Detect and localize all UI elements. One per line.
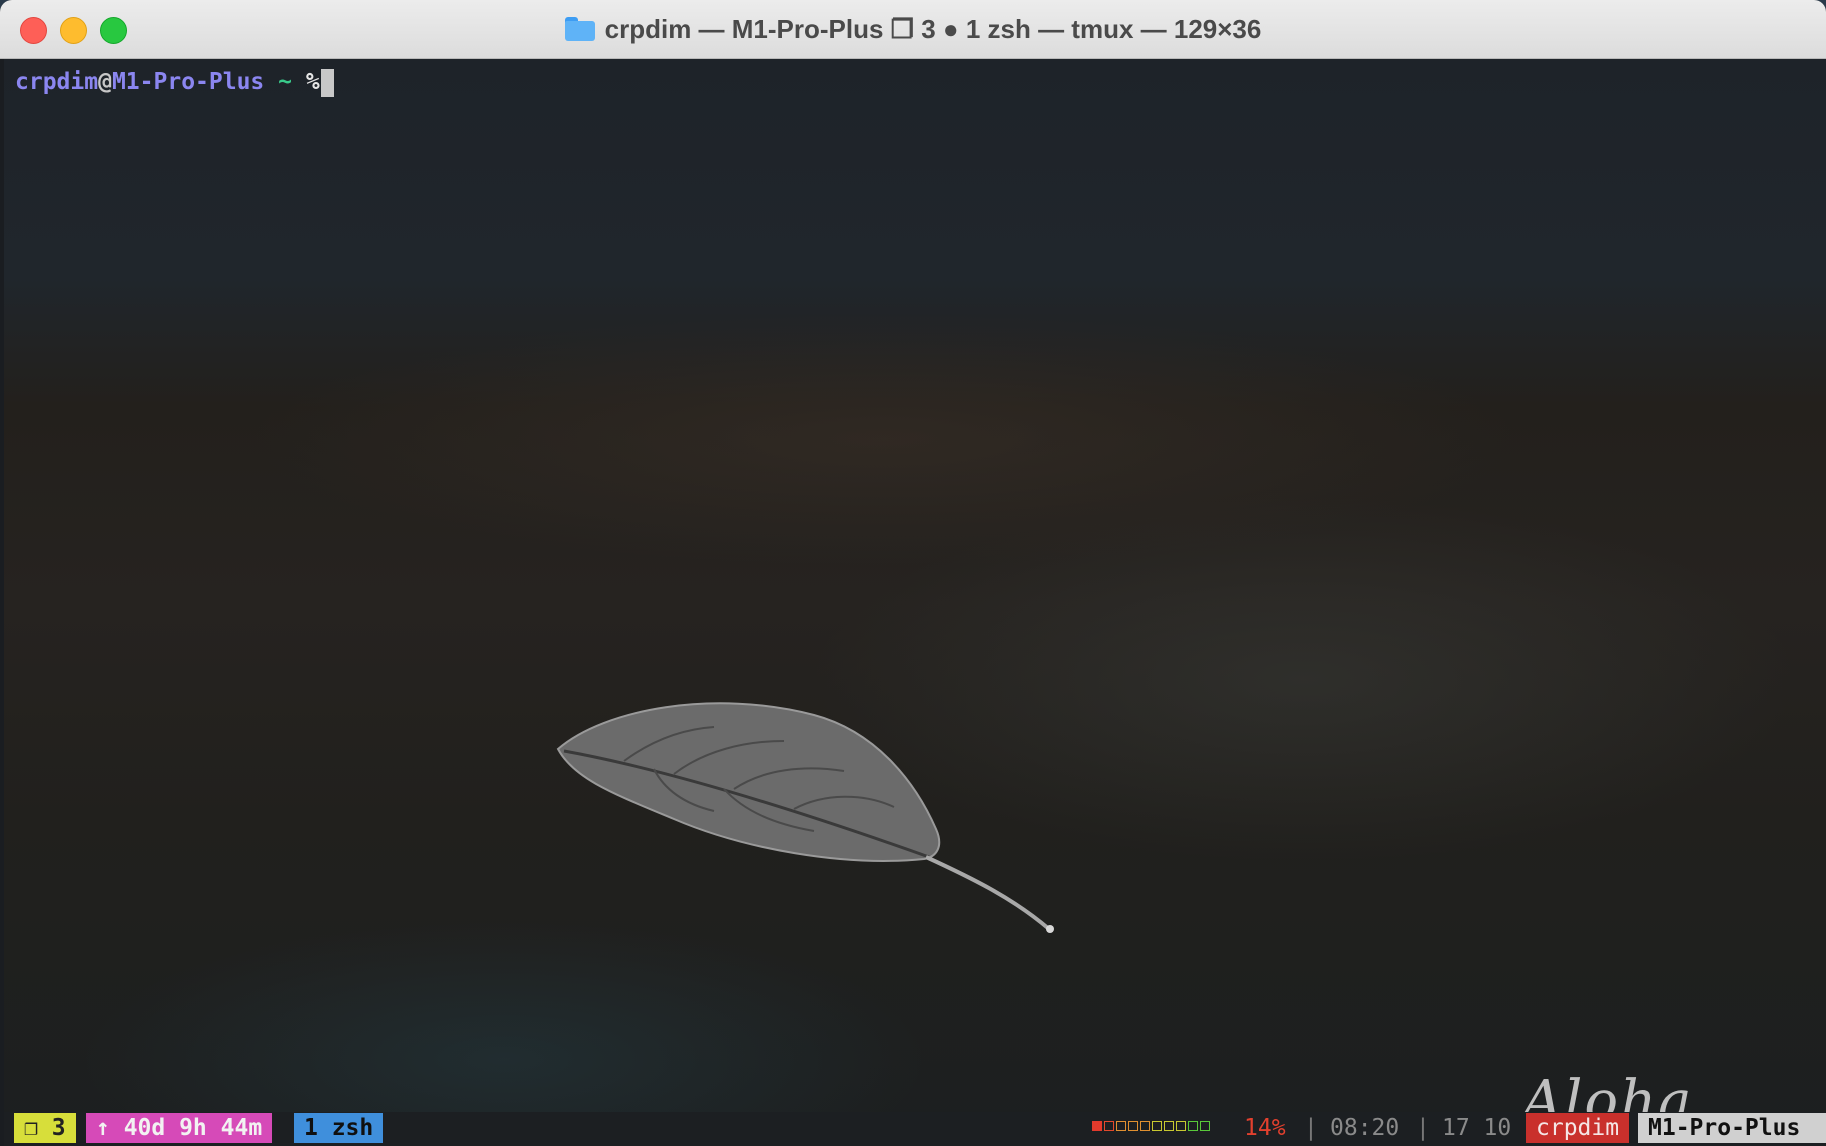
window-title-group: crpdim — M1-Pro-Plus ❐ 3 ● 1 zsh — tmux … [564,13,1262,45]
text-cursor [320,68,334,97]
prompt-user: crpdim [15,69,99,95]
clock-date: 17 10 [1442,1115,1512,1141]
prompt-directory: ~ [264,69,306,95]
status-host: M1-Pro-Plus [1638,1113,1826,1143]
clock-time: 08:20 [1330,1115,1400,1141]
status-separator: | [1304,1115,1318,1141]
minimize-button[interactable] [60,17,87,44]
prompt-host: M1-Pro-Plus [111,69,265,95]
title-bar[interactable]: crpdim — M1-Pro-Plus ❐ 3 ● 1 zsh — tmux … [0,0,1826,59]
status-user: crpdim [1526,1113,1630,1143]
leaf-wallpaper-image [556,702,1054,933]
status-separator: | [1416,1115,1430,1141]
close-button[interactable] [20,17,47,44]
terminal-window: crpdim — M1-Pro-Plus ❐ 3 ● 1 zsh — tmux … [0,0,1826,1146]
prompt-symbol: % [305,69,320,95]
folder-icon [564,17,595,41]
battery-gauge [1092,1121,1210,1131]
zoom-button[interactable] [100,17,127,44]
window-title: crpdim — M1-Pro-Plus ❐ 3 ● 1 zsh — tmux … [604,13,1262,44]
terminal-content[interactable]: crpdim@M1-Pro-Plus ~ % Aloha [4,59,1826,1146]
shell-prompt: crpdim@M1-Pro-Plus ~ % [15,65,334,99]
session-count: ❐ 3 [14,1113,76,1143]
window-tab-zsh[interactable]: 1 zsh [294,1113,384,1143]
battery-percent: 14% [1244,1115,1286,1141]
uptime: ↑ 40d 9h 44m [86,1113,273,1143]
prompt-at: @ [98,69,112,95]
tmux-status-bar: ❐ 3 ↑ 40d 9h 44m 1 zsh 14% | 08:20 | 17 … [4,1112,1826,1146]
